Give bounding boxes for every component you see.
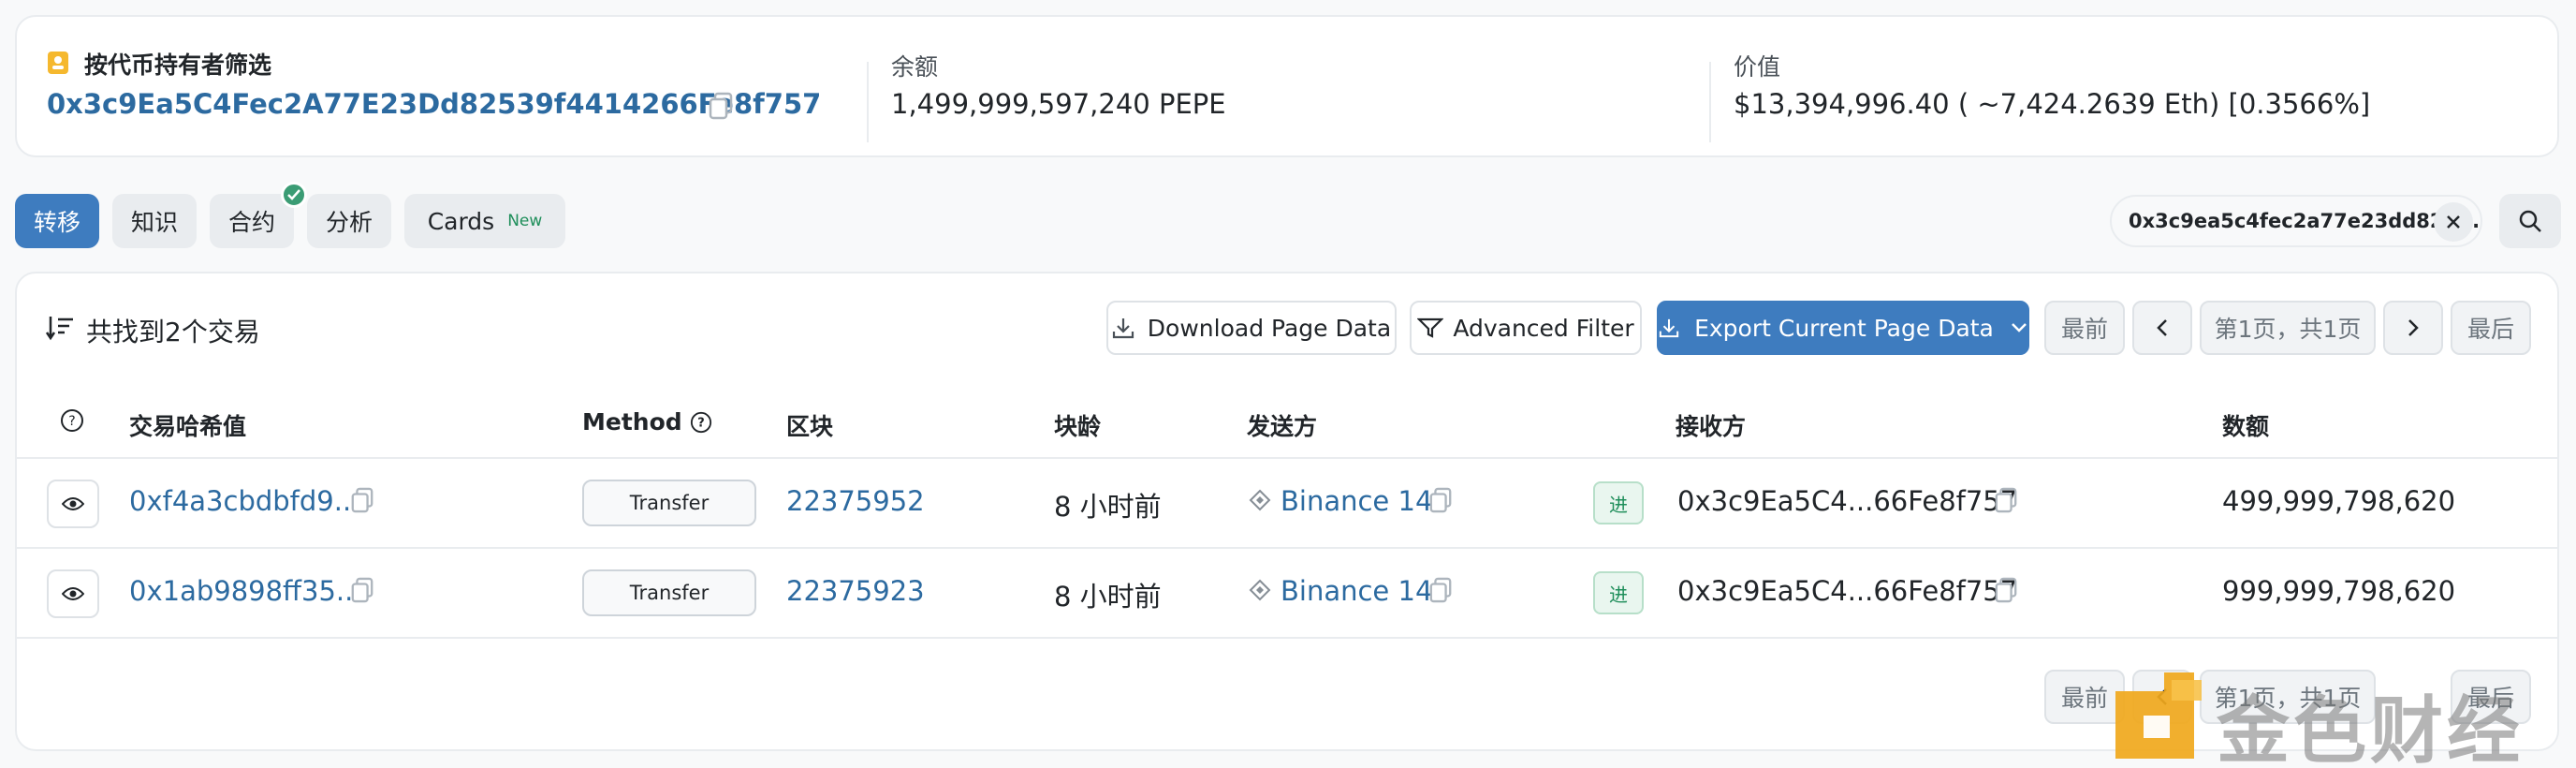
contract-icon [1249,579,1271,601]
direction-in-badge: 进 [1593,571,1644,614]
value-label: 价值 [1734,53,1781,81]
download-label: Download Page Data [1147,314,1392,342]
copy-icon[interactable] [350,487,374,513]
column-to-header: 接收方 [1676,413,1747,440]
page-info: 第1页，共1页 [2200,301,2376,355]
column-amount-header[interactable]: 数额 [2222,408,2269,442]
help-icon[interactable]: ? [690,411,712,434]
copy-icon[interactable] [350,577,374,603]
age-text: 8 小时前 [1054,581,1162,613]
method-badge: Transfer [582,569,756,616]
result-count-text: 共找到2个交易 [86,317,260,347]
divider [867,62,869,142]
view-details-button[interactable] [47,569,99,618]
svg-text:?: ? [697,416,705,430]
first-page-button[interactable]: 最前 [2044,301,2125,355]
address-filter-input[interactable]: 0x3c9ea5c4fec2a77e23dd825... [2110,195,2482,247]
chevron-right-icon [2408,318,2419,337]
chevron-down-icon [2011,322,2027,333]
direction-in-badge: 进 [1593,481,1644,524]
search-button[interactable] [2499,194,2561,248]
copy-address-icon[interactable] [708,92,734,120]
column-hash-header: 交易哈希值 [129,413,247,440]
amount-value: 999,999,798,620 [2222,575,2456,607]
holder-address-link[interactable]: 0x3c9Ea5C4Fec2A77E23Dd82539f4414266Fe8f7… [47,88,821,120]
filter-title: 按代币持有者筛选 [84,52,272,79]
tx-hash-link[interactable]: 0x1ab9898ff35... [129,575,362,607]
user-badge-icon [47,51,69,75]
clear-filter-button[interactable] [2434,202,2473,242]
sender-link[interactable]: Binance 14 [1281,575,1432,607]
tab-transfers[interactable]: 转移 [15,194,99,248]
tab-analytics[interactable]: 分析 [307,194,391,248]
column-block-header: 区块 [786,413,834,440]
eye-icon [62,496,84,511]
divider [1709,62,1711,142]
column-age-header[interactable]: 块龄 [1054,408,1101,442]
age-text: 8 小时前 [1054,491,1162,523]
advanced-filter-button[interactable]: Advanced Filter [1410,301,1642,355]
address-filter-value: 0x3c9ea5c4fec2a77e23dd825... [2129,210,2481,232]
tab-cards[interactable]: Cards New [404,194,565,248]
download-page-data-button[interactable]: Download Page Data [1106,301,1397,355]
help-icon[interactable]: ? [60,408,84,433]
download-icon [1112,317,1134,339]
tab-contract[interactable]: 合约 [210,194,294,248]
recipient-address: 0x3c9Ea5C4...66Fe8f757 [1677,575,2018,607]
filter-icon [1417,318,1444,338]
copy-icon[interactable] [1428,577,1453,603]
tab-cards-label: Cards [427,207,495,235]
token-holder-summary-card: 按代币持有者筛选 0x3c9Ea5C4Fec2A77E23Dd82539f441… [15,15,2559,157]
block-link[interactable]: 22375952 [786,485,925,517]
tab-knowledge[interactable]: 知识 [112,194,197,248]
download-icon [1659,318,1679,338]
copy-icon[interactable] [1994,577,2018,603]
view-details-button[interactable] [47,480,99,528]
export-label: Export Current Page Data [1694,314,1994,342]
watermark-text: 金色财经 [2217,689,2525,768]
copy-icon[interactable] [1994,487,2018,513]
method-header-label: Method [582,408,682,436]
tx-hash-link[interactable]: 0xf4a3cbdbfd9... [129,485,359,517]
chevron-left-icon [2157,318,2168,337]
contract-icon [1249,489,1271,511]
export-current-page-button[interactable]: Export Current Page Data [1657,301,2029,355]
divider [17,547,2559,549]
divider [17,457,2559,459]
method-badge: Transfer [582,480,756,526]
search-icon [2518,209,2542,233]
column-from-header: 发送方 [1247,413,1318,440]
sender-link[interactable]: Binance 14 [1281,485,1432,517]
last-page-button[interactable]: 最后 [2451,301,2531,355]
next-page-button[interactable] [2383,301,2443,355]
balance-label: 余额 [891,53,939,81]
svg-text:?: ? [68,414,75,429]
verified-check-icon [281,182,307,208]
watermark-logo: 金色财经 [2108,663,2576,768]
divider [17,637,2559,639]
eye-icon [62,586,84,601]
close-icon [2445,214,2462,230]
new-badge: New [507,212,543,230]
value-amount: $13,394,996.40 ( ~7,424.2639 Eth) [0.356… [1734,88,2371,120]
amount-value: 499,999,798,620 [2222,485,2456,517]
column-method-header: Method ? [582,408,712,436]
sort-icon[interactable] [45,315,75,341]
advanced-filter-label: Advanced Filter [1453,314,1634,342]
block-link[interactable]: 22375923 [786,575,925,607]
prev-page-button[interactable] [2132,301,2192,355]
copy-icon[interactable] [1428,487,1453,513]
recipient-address: 0x3c9Ea5C4...66Fe8f757 [1677,485,2018,517]
balance-value: 1,499,999,597,240 PEPE [891,88,1226,120]
